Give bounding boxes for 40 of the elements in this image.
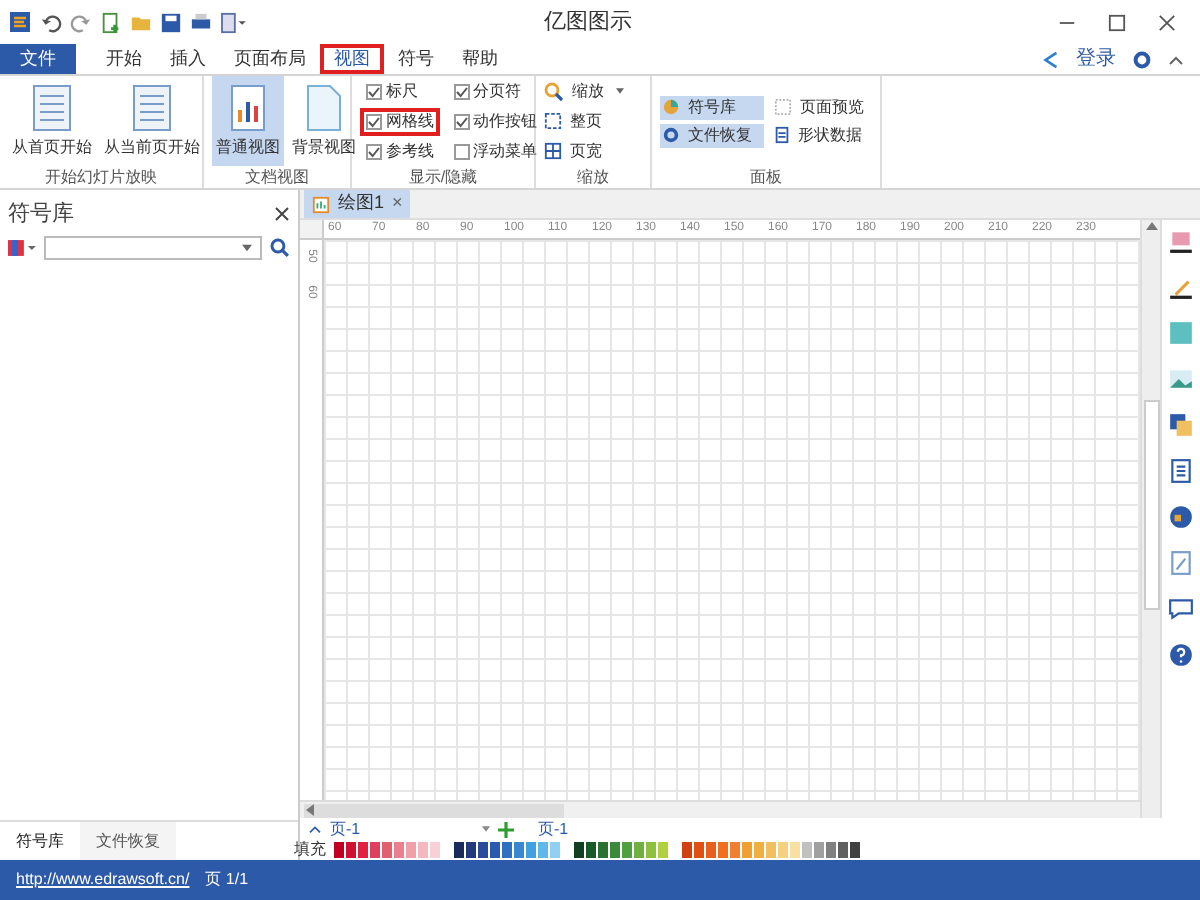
checkbox-label: 参考线 [386,141,434,161]
checkbox-label: 标尺 [386,81,418,101]
panel-tab[interactable]: 文件恢复 [80,822,176,860]
checkbox-label: 浮动菜单 [473,141,537,161]
group-title: 面板 [748,166,784,188]
ribbon-tab[interactable]: 页面布局 [220,44,320,74]
checkbox-label: 分页符 [473,81,521,101]
group-title: 开始幻灯片放映 [43,166,159,188]
close-tab-button[interactable]: × [392,190,403,218]
group-title: 显示/隐藏 [406,166,480,188]
document-tab[interactable]: 绘图1 [338,190,385,218]
ribbon-tab[interactable]: 插入 [156,44,220,74]
fill-label: 填充 [294,838,326,862]
panel-toggle[interactable]: 页面预览 [772,95,884,119]
view-button[interactable]: 从首页开始 [8,76,96,166]
zoom-button[interactable]: 整页 [544,109,642,133]
group-title: 缩放 [575,166,611,188]
login-link[interactable]: 登录 [1076,44,1116,74]
ribbon-tab[interactable]: 帮助 [448,44,512,74]
checkbox-label: 动作按钮 [473,111,537,131]
view-button[interactable]: 普通视图 [212,76,284,166]
zoom-button[interactable]: 缩放 [544,79,642,103]
page-select-dropdown[interactable]: 页-1 [330,817,490,841]
website-link[interactable]: http://www.edrawsoft.cn/ [16,868,190,892]
view-button[interactable]: 背景视图 [288,76,360,166]
window-title: 亿图图示 [544,7,632,38]
zoom-button[interactable]: 页宽 [544,139,642,163]
view-button[interactable]: 从当前页开始 [100,76,204,166]
ribbon-tab[interactable]: 视图 [320,44,384,74]
group-title: 文档视图 [243,166,311,188]
page-count: 页 1/1 [205,868,249,892]
checkbox-label: 网格线 [386,111,434,131]
ribbon-tab[interactable]: 符号 [384,44,448,74]
file-tab[interactable]: 文件 [0,44,76,74]
panel-toggle[interactable]: 文件恢复 [660,123,764,147]
panel-title: 符号库 [8,199,74,230]
panel-toggle[interactable]: 符号库 [660,95,764,119]
page-tab[interactable]: 页-1 [538,817,569,841]
panel-toggle[interactable]: 形状数据 [772,123,884,147]
ribbon-tab[interactable]: 开始 [92,44,156,74]
